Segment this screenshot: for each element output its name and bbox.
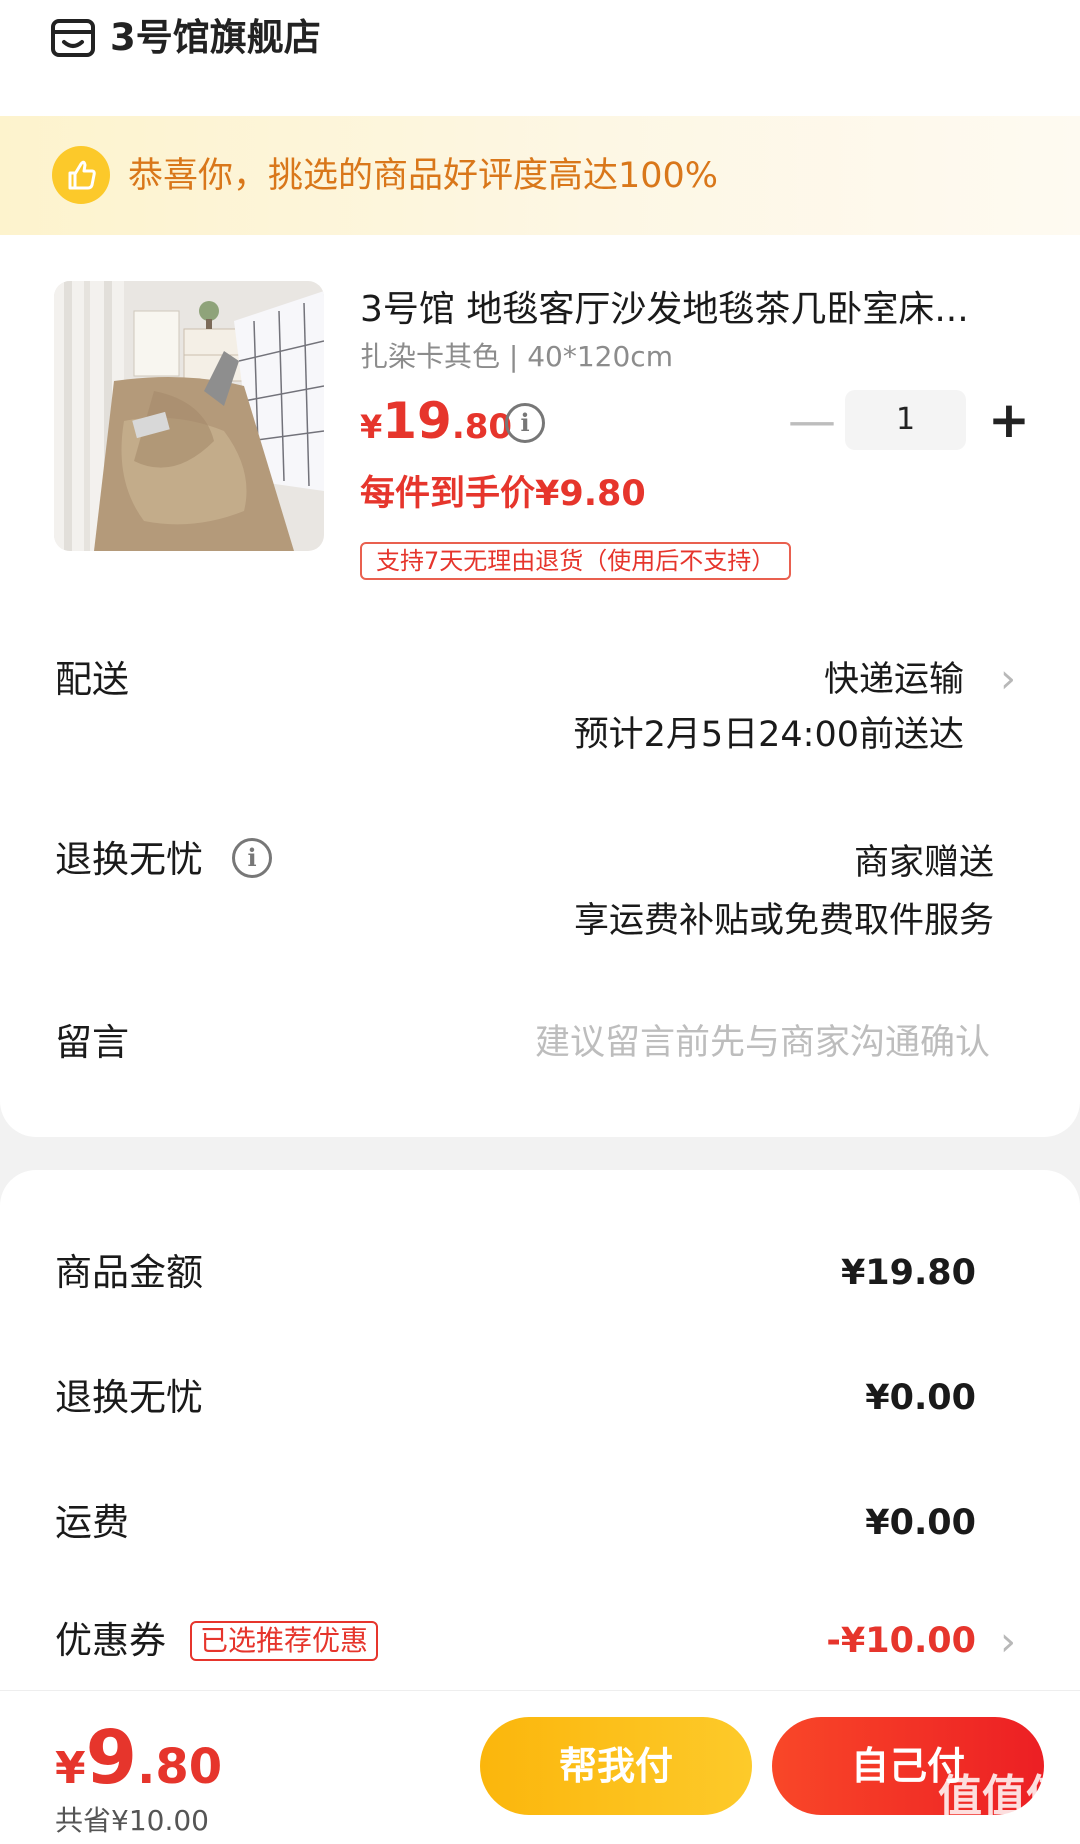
delivery-label: 配送: [55, 658, 129, 701]
watermark: 值值值 zhizhizhi.com: [938, 1772, 1070, 1844]
store-name[interactable]: 3号馆旗舰店: [110, 14, 321, 62]
message-input[interactable]: 建议留言前先与商家沟通确认: [535, 1018, 990, 1068]
total-decimal: .80: [137, 1739, 223, 1795]
chevron-right-icon[interactable]: ›: [1000, 1618, 1016, 1666]
shipping-value: ¥0.00: [865, 1503, 976, 1543]
bottom-bar: ¥9.80 共省¥10.00 帮我付 自己付 值值值 zhizhizhi.com: [0, 1690, 1080, 1844]
total-price: ¥9.80: [55, 1715, 222, 1801]
price-currency: ¥: [360, 408, 383, 446]
thumbs-up-icon: [52, 146, 110, 204]
help-pay-button[interactable]: 帮我付: [480, 1717, 752, 1815]
return-service-desc: 享运费补贴或免费取件服务: [573, 901, 994, 941]
product-spec[interactable]: 扎染卡其色 | 40*120cm: [360, 338, 673, 376]
store-icon: [50, 18, 96, 58]
watermark-url: zhizhizhi.com: [943, 1822, 1065, 1843]
price-integer: 19: [382, 392, 452, 450]
product-title[interactable]: 3号馆 地毯客厅沙发地毯茶几卧室床...: [360, 286, 1010, 334]
price-info-icon[interactable]: i: [505, 403, 545, 443]
unit-price: 每件到手价¥9.80: [360, 474, 646, 514]
product-price: ¥19.80: [360, 392, 512, 452]
delivery-method[interactable]: 快递运输: [824, 655, 964, 705]
return-fee-label: 退换无忧: [55, 1376, 203, 1419]
banner-text: 恭喜你，挑选的商品好评度高达100%: [128, 156, 719, 196]
chevron-right-icon[interactable]: ›: [1000, 655, 1016, 703]
return-service-info-icon[interactable]: i: [232, 838, 272, 878]
total-currency: ¥: [55, 1743, 86, 1794]
quantity-input[interactable]: 1: [845, 390, 966, 450]
quantity-increase-button[interactable]: +: [988, 394, 1030, 446]
goods-amount-label: 商品金额: [55, 1251, 203, 1294]
shipping-label: 运费: [55, 1501, 129, 1544]
price-decimal: .80: [451, 407, 513, 447]
return-service-label: 退换无忧: [55, 838, 203, 881]
goods-amount-value: ¥19.80: [840, 1253, 976, 1293]
coupon-label: 优惠券: [55, 1619, 166, 1662]
return-service-value: 商家赠送: [853, 843, 994, 883]
message-label: 留言: [55, 1021, 129, 1064]
return-policy-tag: 支持7天无理由退货（使用后不支持）: [360, 542, 792, 580]
delivery-eta: 预计2月5日24:00前送达: [573, 715, 964, 755]
order-card: 3号馆旗舰店 恭喜你，挑选的商品好评度高达100% 3号馆 地毯客厅沙发地毯茶几…: [0, 0, 1080, 1137]
total-integer: 9: [85, 1715, 138, 1801]
return-fee-value: ¥0.00: [865, 1378, 976, 1418]
coupon-tag[interactable]: 已选推荐优惠: [190, 1621, 379, 1661]
praise-banner: 恭喜你，挑选的商品好评度高达100%: [0, 116, 1080, 235]
product-image[interactable]: [54, 281, 324, 551]
coupon-value[interactable]: -¥10.00: [826, 1616, 976, 1666]
saved-amount: 共省¥10.00: [55, 1804, 209, 1837]
watermark-logo: 值值值: [938, 1771, 1070, 1822]
quantity-decrease-button[interactable]: —: [788, 397, 836, 445]
